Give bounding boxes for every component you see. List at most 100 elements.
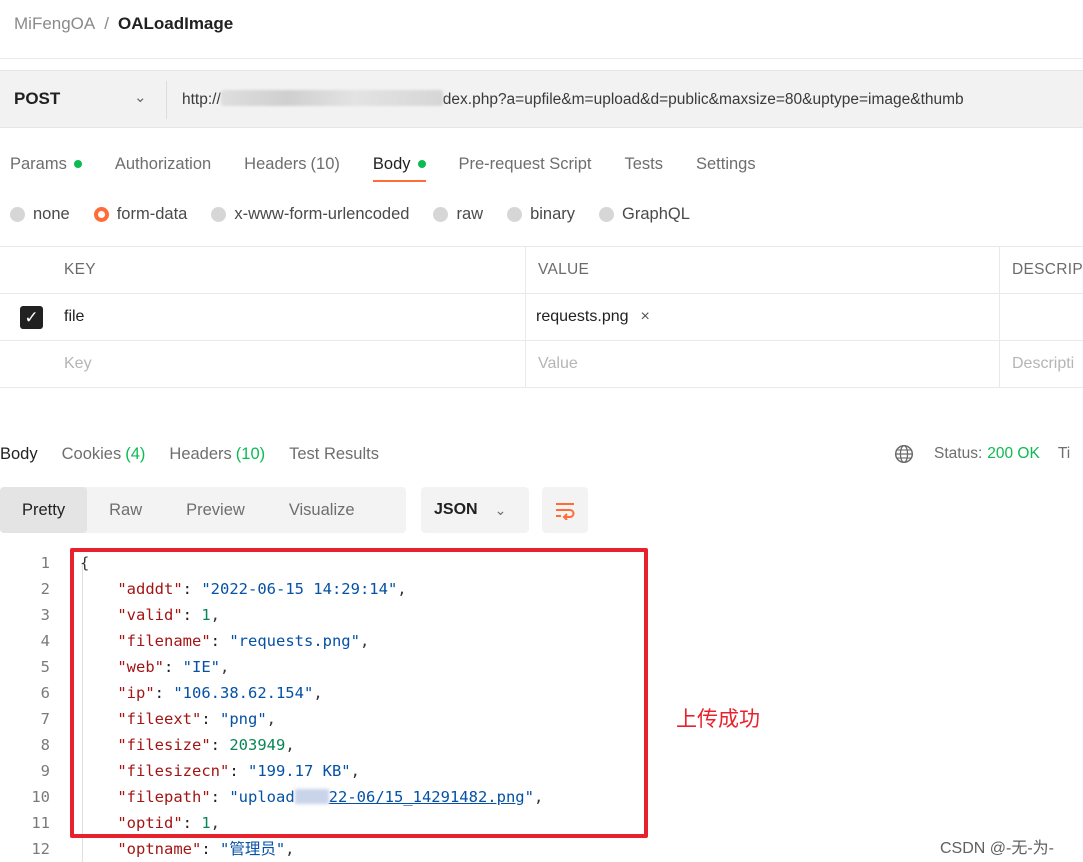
format-raw-button[interactable]: Raw — [87, 487, 164, 533]
tab-label: Body — [0, 444, 38, 463]
status-dot-icon — [417, 160, 426, 168]
column-divider — [999, 341, 1000, 387]
tab-label: Tests — [624, 154, 663, 173]
radio-raw[interactable]: raw — [433, 205, 483, 224]
time-label: Ti — [1057, 445, 1071, 462]
line-number: 8 — [40, 736, 50, 754]
column-divider — [525, 247, 526, 293]
response-tab-test-results[interactable]: Test Results — [289, 441, 379, 467]
body-type-radios: none form-data x-www-form-urlencoded raw bin… — [10, 205, 714, 224]
column-header-description: DESCRIP — [1012, 261, 1083, 278]
radio-x-www-form-urlencoded[interactable]: x-www-form-urlencoded — [211, 205, 409, 224]
tab-label: Authorization — [114, 154, 212, 173]
tab-headers[interactable]: Headers (10) — [244, 150, 340, 178]
column-divider — [525, 341, 526, 387]
radio-label: binary — [530, 205, 576, 223]
line-number: 11 — [31, 814, 50, 832]
line-number: 9 — [40, 762, 50, 780]
format-pretty-button[interactable]: Pretty — [0, 487, 88, 533]
radio-none[interactable]: none — [10, 205, 70, 224]
line-number: 3 — [40, 606, 50, 624]
url-divider — [166, 81, 167, 119]
json-key: "optname" — [117, 840, 202, 858]
file-chip: requests.png × — [536, 308, 650, 326]
line-number: 7 — [40, 710, 50, 728]
status-code[interactable]: 200 OK — [987, 445, 1040, 463]
tab-label: Cookies — [61, 444, 122, 463]
table-row: ✓ file requests.png × — [0, 294, 1083, 341]
radio-graphql[interactable]: GraphQL — [599, 205, 690, 224]
tab-label: Params — [10, 154, 67, 173]
format-visualize-button[interactable]: Visualize — [267, 487, 377, 533]
url-input[interactable]: http:// dex.php?a=upfile&m=upload&d=publi… — [182, 90, 964, 109]
column-header-value: VALUE — [538, 261, 590, 278]
status-label: Status: — [934, 445, 983, 462]
tab-label: Settings — [695, 154, 756, 173]
format-preview-button[interactable]: Preview — [164, 487, 267, 533]
column-divider — [999, 294, 1000, 340]
column-divider — [525, 294, 526, 340]
breadcrumb-separator: / — [104, 14, 109, 33]
response-tab-headers[interactable]: Headers (10) — [169, 441, 265, 467]
close-icon[interactable]: × — [641, 308, 650, 326]
line-number: 5 — [40, 658, 50, 676]
radio-label: raw — [456, 205, 484, 223]
globe-icon[interactable] — [894, 444, 914, 464]
format-toggle: Pretty Raw Preview Visualize — [0, 487, 406, 533]
response-tab-body[interactable]: Body — [0, 441, 38, 467]
radio-icon — [93, 207, 109, 222]
table-header-row: KEY VALUE DESCRIP — [0, 246, 1083, 294]
tab-label: Headers — [244, 154, 307, 173]
row-enabled-checkbox[interactable]: ✓ — [20, 306, 43, 329]
tab-params[interactable]: Params — [10, 150, 82, 178]
annotation-text: 上传成功 — [676, 707, 760, 731]
tab-authorization[interactable]: Authorization — [115, 150, 211, 178]
breadcrumb-workspace[interactable]: MiFengOA — [14, 14, 95, 34]
tab-body[interactable]: Body — [372, 150, 426, 182]
method-select[interactable]: POST — [14, 89, 60, 109]
key-placeholder-input[interactable]: Key — [64, 341, 92, 387]
request-name[interactable]: OALoadImage — [118, 14, 233, 34]
url-suffix: dex.php?a=upfile&m=upload&d=public&maxsi… — [442, 91, 964, 108]
line-number: 6 — [40, 684, 50, 702]
chevron-down-icon: ⌄ — [494, 501, 507, 518]
response-tabs: Body Cookies (4) Headers (10) Test Results — [0, 441, 403, 467]
url-bar: POST ⌄ http:// dex.php?a=upfile&m=upload&… — [0, 70, 1083, 128]
line-number: 12 — [31, 840, 50, 858]
wrap-lines-button[interactable] — [542, 487, 588, 533]
json-comma: , — [285, 840, 295, 858]
chevron-down-icon[interactable]: ⌄ — [134, 88, 147, 106]
tab-label: Test Results — [289, 444, 379, 463]
tab-count: (4) — [125, 444, 146, 463]
highlight-box — [70, 548, 648, 838]
status-dot-icon — [73, 160, 82, 168]
radio-icon — [599, 207, 615, 222]
response-tab-cookies[interactable]: Cookies (4) — [62, 441, 146, 467]
radio-form-data[interactable]: form-data — [93, 205, 188, 224]
wrap-lines-icon — [556, 503, 575, 520]
table-row-empty: Key Value Descripti — [0, 341, 1083, 388]
breadcrumb: MiFengOA / OALoadImage — [14, 12, 233, 36]
value-placeholder-input[interactable]: Value — [538, 341, 578, 387]
language-select[interactable]: JSON ⌄ — [421, 487, 529, 533]
tab-pre-request-script[interactable]: Pre-request Script — [459, 150, 592, 178]
radio-binary[interactable]: binary — [507, 205, 575, 224]
url-redacted-area — [220, 90, 443, 106]
radio-label: form-data — [116, 205, 188, 223]
row-value-field[interactable]: requests.png × — [536, 294, 650, 340]
request-tabs: Params Authorization Headers (10) Body Pre-re… — [10, 150, 789, 182]
tab-label: Headers — [169, 444, 232, 463]
radio-label: x-www-form-urlencoded — [234, 205, 410, 223]
tab-settings[interactable]: Settings — [696, 150, 756, 178]
watermark: CSDN @-无-为- — [940, 840, 1055, 857]
form-data-table: KEY VALUE DESCRIP ✓ file requests.png × … — [0, 246, 1083, 388]
row-key-field[interactable]: file — [64, 294, 84, 340]
tab-label: Pre-request Script — [458, 154, 592, 173]
tab-tests[interactable]: Tests — [624, 150, 663, 178]
url-prefix: http:// — [182, 91, 221, 108]
header-divider — [0, 58, 1083, 59]
line-number: 1 — [40, 554, 50, 572]
response-status: Status: 200 OK Ti — [894, 441, 1070, 467]
description-placeholder-input[interactable]: Descripti — [1012, 341, 1074, 387]
language-label: JSON — [434, 501, 478, 518]
